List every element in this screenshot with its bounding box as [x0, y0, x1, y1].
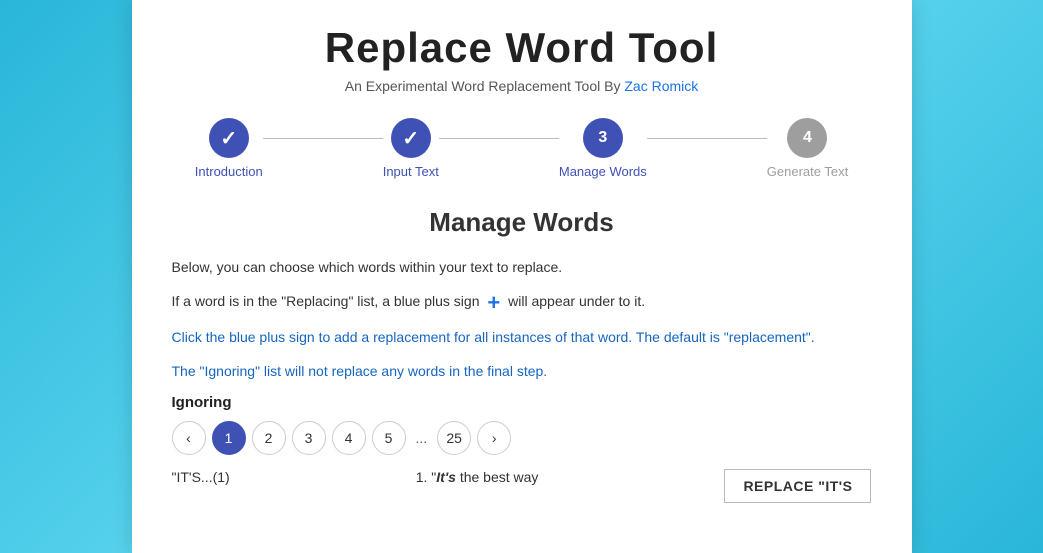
- pagination-page-3[interactable]: 3: [292, 421, 326, 455]
- main-container: Replace Word Tool An Experimental Word R…: [132, 0, 912, 553]
- page-title: Replace Word Tool: [172, 24, 872, 72]
- stepper: ✓ Introduction ✓ Input Text 3 Manage Wor…: [172, 118, 872, 179]
- step-input-text: ✓ Input Text: [383, 118, 439, 179]
- step-label-input-text: Input Text: [383, 164, 439, 179]
- desc4: The "Ignoring" list will not replace any…: [172, 360, 872, 382]
- step-label-generate-text: Generate Text: [767, 164, 848, 179]
- pagination-page-2[interactable]: 2: [252, 421, 286, 455]
- ignoring-label: Ignoring: [172, 394, 872, 411]
- pagination-prev[interactable]: ‹: [172, 421, 206, 455]
- pagination-page-4[interactable]: 4: [332, 421, 366, 455]
- pagination-page-1[interactable]: 1: [212, 421, 246, 455]
- step-num-generate-text: 4: [803, 129, 812, 147]
- step-circle-input-text: ✓: [391, 118, 431, 158]
- step-num-manage-words: 3: [598, 129, 607, 147]
- step-label-introduction: Introduction: [195, 164, 263, 179]
- step-circle-manage-words: 3: [583, 118, 623, 158]
- desc2-after: will appear under to it.: [508, 293, 645, 309]
- pagination-page-5[interactable]: 5: [372, 421, 406, 455]
- desc1: Below, you can choose which words within…: [172, 256, 872, 278]
- step-generate-text: 4 Generate Text: [767, 118, 848, 179]
- replace-button[interactable]: REPLACE "IT'S: [724, 469, 871, 503]
- step-circle-generate-text: 4: [787, 118, 827, 158]
- step-label-manage-words: Manage Words: [559, 164, 647, 179]
- step-check-introduction: ✓: [220, 126, 237, 151]
- desc3: Click the blue plus sign to add a replac…: [172, 326, 872, 348]
- step-connector-3: [647, 138, 767, 139]
- subtitle: An Experimental Word Replacement Tool By…: [172, 78, 872, 94]
- word-preview-after: the best way: [456, 469, 539, 485]
- pagination-ellipsis: ...: [412, 430, 432, 446]
- pagination-page-25[interactable]: 25: [437, 421, 471, 455]
- word-preview: 1. "It's the best way: [416, 469, 539, 485]
- bottom-row: "IT'S...(1) 1. "It's the best way REPLAC…: [172, 469, 872, 503]
- step-connector-2: [439, 138, 559, 139]
- author-link[interactable]: Zac Romick: [624, 78, 698, 94]
- desc2: If a word is in the "Replacing" list, a …: [172, 290, 872, 313]
- section-title: Manage Words: [172, 207, 872, 238]
- desc2-before: If a word is in the "Replacing" list, a …: [172, 293, 480, 309]
- word-preview-bold: It's: [436, 469, 456, 485]
- subtitle-text: An Experimental Word Replacement Tool By: [345, 78, 621, 94]
- step-connector-1: [263, 138, 383, 139]
- word-tag: "IT'S...(1): [172, 469, 230, 485]
- step-manage-words: 3 Manage Words: [559, 118, 647, 179]
- step-check-input-text: ✓: [402, 126, 419, 151]
- plus-icon: +: [487, 292, 500, 314]
- step-introduction: ✓ Introduction: [195, 118, 263, 179]
- step-circle-introduction: ✓: [209, 118, 249, 158]
- pagination: ‹ 1 2 3 4 5 ... 25 ›: [172, 421, 872, 455]
- pagination-next[interactable]: ›: [477, 421, 511, 455]
- word-preview-number: 1.: [416, 469, 428, 485]
